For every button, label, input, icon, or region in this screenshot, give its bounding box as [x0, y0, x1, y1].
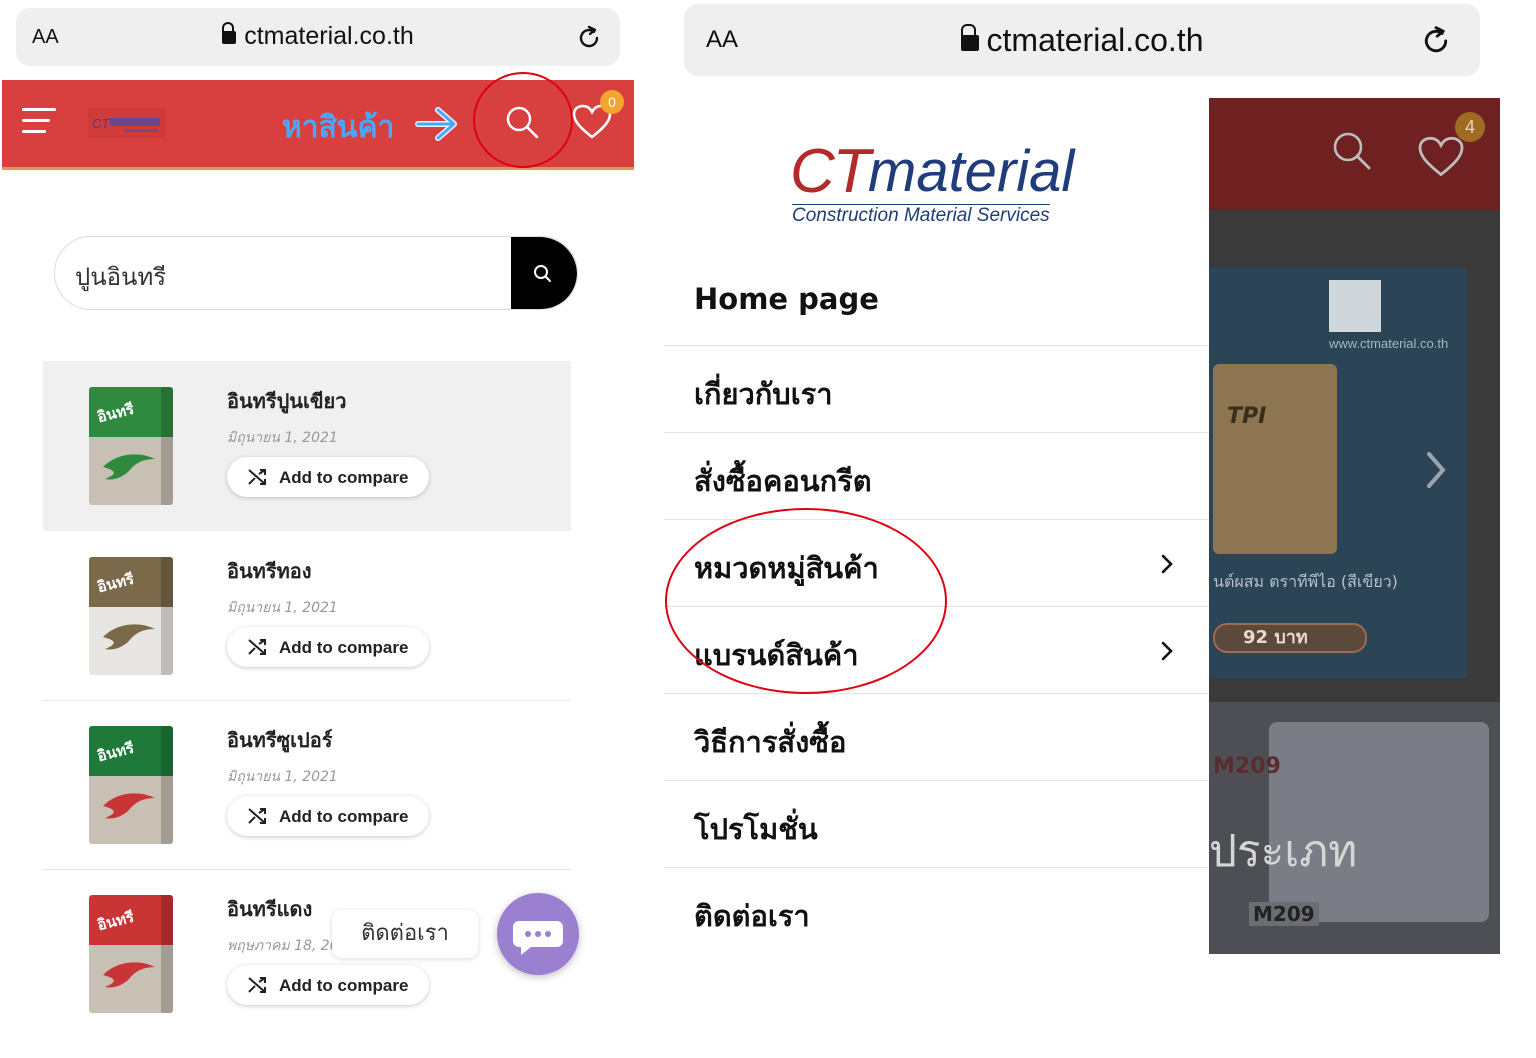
- annotation-circle: [473, 72, 573, 168]
- menu-label: สั่งซื้อคอนกรีต: [694, 464, 872, 498]
- product-item[interactable]: อินทรี อินทรีทอง มิถุนายน 1, 2021 Add to…: [43, 531, 571, 701]
- product-date: มิถุนายน 1, 2021: [227, 430, 338, 446]
- search-icon: [534, 265, 551, 282]
- arrow-right-icon: [415, 107, 457, 141]
- search-hint-annotation: หาสินค้า: [282, 110, 395, 145]
- wishlist-count-badge: 0: [600, 90, 624, 114]
- reload-icon[interactable]: [1420, 24, 1452, 58]
- annotation-oval: [665, 508, 947, 694]
- truck-banner: M209 ประเภท M209: [1209, 702, 1500, 954]
- logo-tagline: Construction Material Services: [792, 204, 1050, 226]
- shuffle-icon: [248, 639, 266, 655]
- background-header: 4: [1209, 98, 1500, 210]
- menu-item-about[interactable]: เกี่ยวกับเรา: [664, 347, 1209, 433]
- shuffle-icon: [248, 469, 266, 485]
- wishlist-count-badge: 4: [1455, 112, 1485, 142]
- svg-text:CT: CT: [92, 116, 110, 131]
- menu-item-contact[interactable]: ติดต่อเรา: [664, 869, 1209, 955]
- product-name[interactable]: อินทรีทอง: [227, 555, 312, 587]
- logo-ct: CT: [790, 137, 871, 206]
- product-name[interactable]: อินทรีแดง: [227, 893, 312, 925]
- lock-icon: [222, 21, 237, 44]
- menu-item-how-to-order[interactable]: วิธีการสั่งซื้อ: [664, 695, 1209, 781]
- banner-price: 92 บาท: [1213, 623, 1367, 653]
- product-name[interactable]: อินทรีปูนเขียว: [227, 385, 346, 417]
- menu-label: เกี่ยวกับเรา: [694, 377, 833, 411]
- chat-button[interactable]: [497, 893, 579, 975]
- chat-label[interactable]: ติดต่อเรา: [332, 910, 478, 958]
- add-to-compare-button[interactable]: Add to compare: [227, 796, 429, 836]
- shuffle-icon: [248, 977, 266, 993]
- qr-code: [1329, 280, 1381, 332]
- chevron-right-icon[interactable]: [1160, 553, 1174, 575]
- chevron-right-icon[interactable]: [1160, 640, 1174, 662]
- banner-text: ประเภท: [1209, 826, 1358, 877]
- hamburger-menu-icon[interactable]: [22, 108, 56, 134]
- search-input[interactable]: ปูนอินทรี: [75, 257, 166, 296]
- reload-icon[interactable]: [576, 24, 602, 52]
- chat-bubble-icon: [513, 921, 563, 955]
- product-date: มิถุนายน 1, 2021: [227, 769, 338, 785]
- add-to-compare-button[interactable]: Add to compare: [227, 965, 429, 1005]
- search-form: ปูนอินทรี: [54, 236, 578, 310]
- truck-plate: M209: [1213, 754, 1281, 779]
- address-bar[interactable]: AA ctmaterial.co.th: [684, 4, 1480, 76]
- product-image[interactable]: อินทรี: [89, 387, 173, 505]
- eagle-logo-icon: [103, 793, 155, 819]
- site-logo[interactable]: CT: [88, 108, 166, 138]
- cement-brand: TPI: [1227, 404, 1267, 429]
- product-image[interactable]: อินทรี: [89, 557, 173, 675]
- product-name[interactable]: อินทรีซูเปอร์: [227, 724, 332, 756]
- url-display[interactable]: ctmaterial.co.th: [16, 21, 620, 51]
- address-bar[interactable]: AA ctmaterial.co.th: [16, 8, 620, 66]
- banner-product-name: นต์ผสม ตราทีพีไอ (สีเขียว): [1213, 572, 1398, 591]
- menu-item-home[interactable]: Home page: [664, 260, 1209, 346]
- compare-label: Add to compare: [279, 468, 409, 487]
- product-item[interactable]: อินทรี อินทรีปูนเขียว มิถุนายน 1, 2021 A…: [43, 361, 571, 531]
- page-overlay[interactable]: 4 www.ctmaterial.co.th TPI นต์ผสม ตราทีพ…: [1209, 98, 1500, 954]
- chevron-right-icon: [1427, 452, 1446, 488]
- menu-label: Home page: [694, 282, 879, 316]
- eagle-logo-icon: [103, 962, 155, 988]
- compare-label: Add to compare: [279, 807, 409, 826]
- ctmaterial-logo[interactable]: CT material Construction Material Servic…: [790, 136, 1090, 226]
- search-icon: [1333, 132, 1371, 170]
- product-image[interactable]: อินทรี: [89, 895, 173, 1013]
- shuffle-icon: [248, 808, 266, 824]
- domain-text: ctmaterial.co.th: [244, 22, 414, 50]
- left-screenshot: AA ctmaterial.co.th CT หาสินค้า 0 ปูนอิน…: [0, 0, 636, 1058]
- product-date: มิถุนายน 1, 2021: [227, 600, 338, 616]
- menu-label: วิธีการสั่งซื้อ: [694, 725, 847, 759]
- add-to-compare-button[interactable]: Add to compare: [227, 457, 429, 497]
- lock-icon: [960, 23, 979, 51]
- eagle-logo-icon: [103, 624, 155, 650]
- domain-text: ctmaterial.co.th: [986, 22, 1204, 58]
- compare-label: Add to compare: [279, 976, 409, 995]
- menu-item-order-concrete[interactable]: สั่งซื้อคอนกรีต: [664, 434, 1209, 520]
- menu-label: โปรโมชั่น: [694, 812, 818, 846]
- menu-label: ติดต่อเรา: [694, 899, 810, 933]
- search-submit-button[interactable]: [511, 237, 577, 309]
- eagle-logo-icon: [103, 454, 155, 480]
- menu-item-promotions[interactable]: โปรโมชั่น: [664, 782, 1209, 868]
- promo-banner: www.ctmaterial.co.th TPI นต์ผสม ตราทีพีไ…: [1209, 268, 1467, 678]
- add-to-compare-button[interactable]: Add to compare: [227, 627, 429, 667]
- logo-material: material: [868, 139, 1075, 204]
- url-display[interactable]: ctmaterial.co.th: [684, 22, 1480, 59]
- truck-plate: M209: [1249, 902, 1319, 926]
- cement-bag-image: TPI: [1213, 364, 1337, 554]
- heart-icon: [1418, 136, 1464, 177]
- product-item[interactable]: อินทรี อินทรีแดง พฤษภาคม 18, 2021 Add to…: [43, 869, 571, 1039]
- banner-site: www.ctmaterial.co.th: [1329, 336, 1449, 351]
- product-item[interactable]: อินทรี อินทรีซูเปอร์ มิถุนายน 1, 2021 Ad…: [43, 700, 571, 870]
- compare-label: Add to compare: [279, 638, 409, 657]
- product-image[interactable]: อินทรี: [89, 726, 173, 844]
